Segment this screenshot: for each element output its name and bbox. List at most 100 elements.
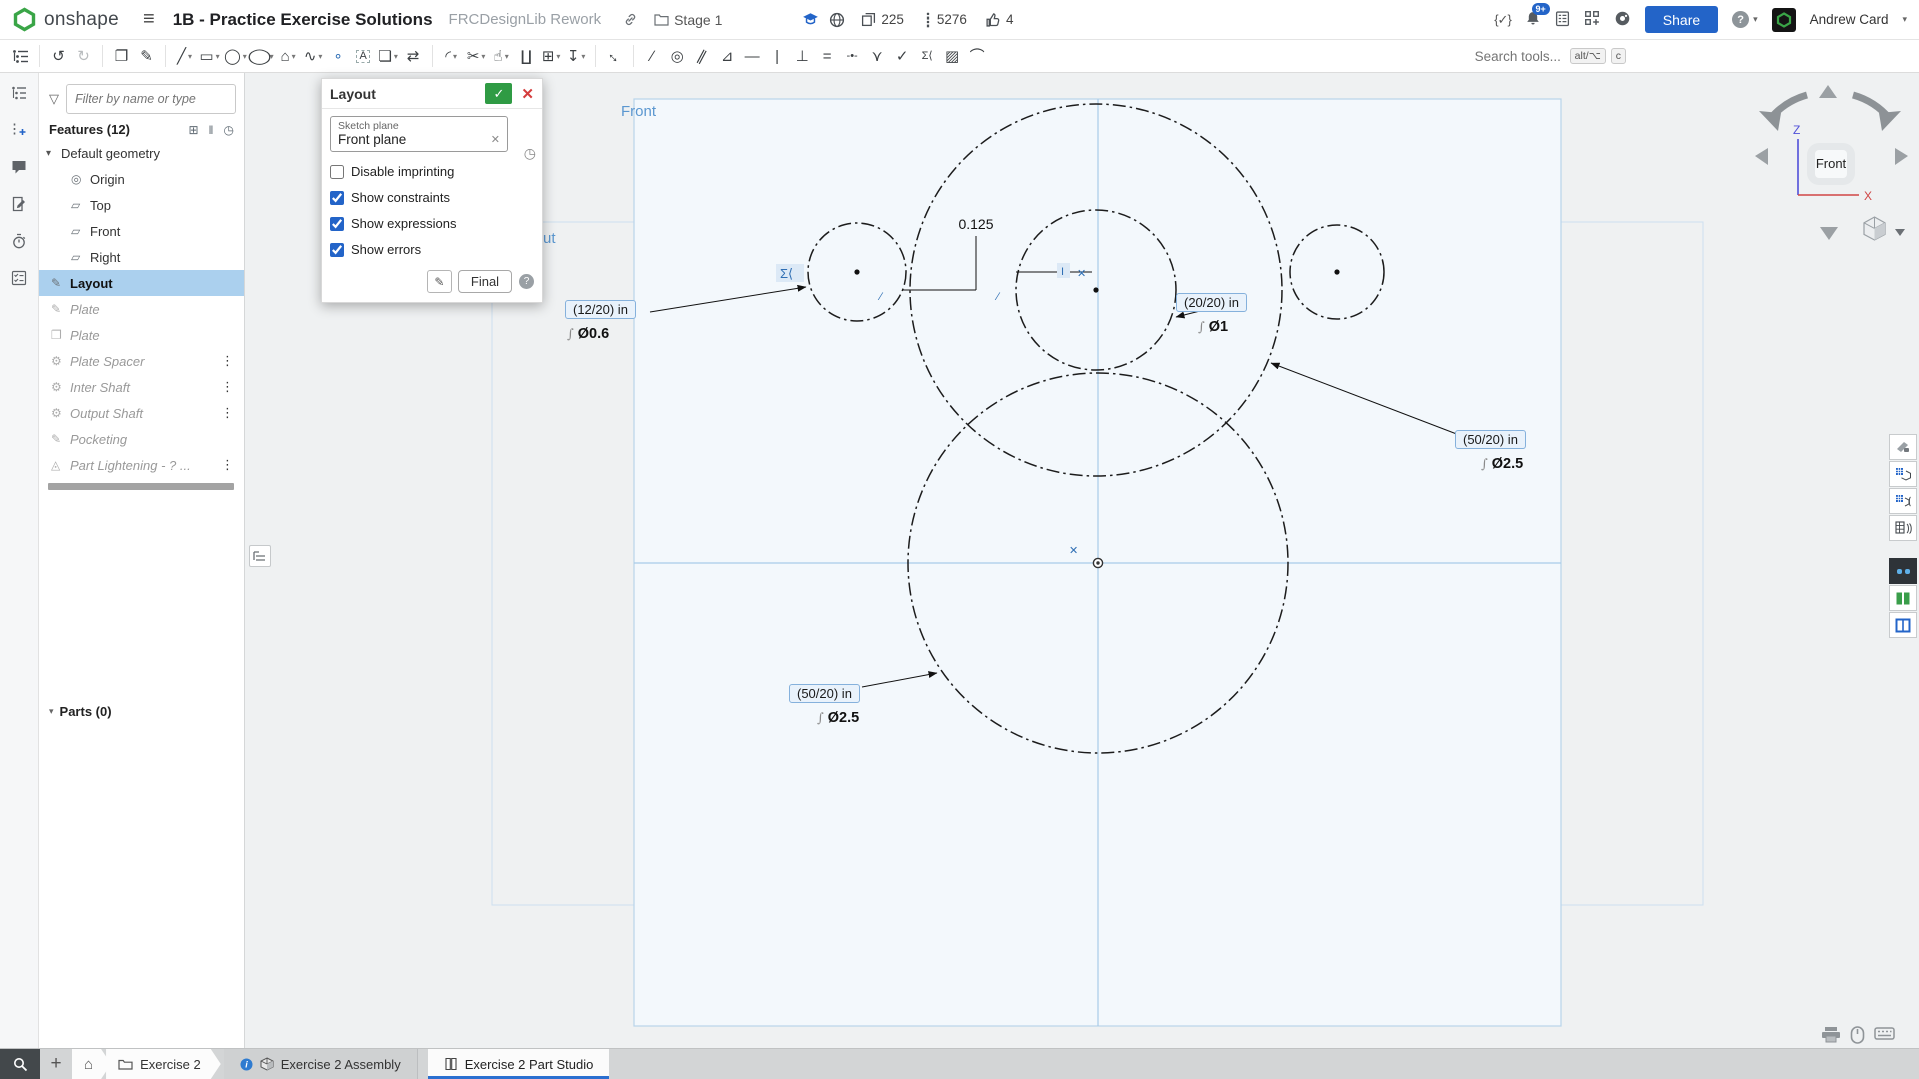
- add-tab-button[interactable]: +: [40, 1049, 72, 1079]
- assistant-button[interactable]: [1614, 10, 1631, 30]
- concentric-constraint-icon[interactable]: ◎: [667, 43, 688, 69]
- vertical-constraint-icon[interactable]: |: [767, 43, 788, 69]
- feature-list-handle[interactable]: [249, 545, 271, 567]
- filter-input[interactable]: [66, 84, 236, 114]
- checkbox-show-constraints[interactable]: Show constraints: [330, 190, 534, 205]
- clear-selection-icon[interactable]: ✕: [491, 133, 500, 146]
- feature-item-plate[interactable]: ❐Plate: [39, 322, 244, 348]
- insert-document-icon[interactable]: ❐: [111, 43, 132, 69]
- workspace-folder[interactable]: Stage 1: [654, 12, 722, 28]
- dimension-expression-badge[interactable]: (50/20) in: [1455, 430, 1526, 449]
- offset-icon[interactable]: ⇄: [403, 43, 424, 69]
- onshape-logo[interactable]: onshape: [12, 7, 119, 32]
- coincident-constraint-icon[interactable]: ∕: [642, 43, 663, 69]
- perpendicular-constraint-icon[interactable]: ⊥: [792, 43, 813, 69]
- feature-item-top[interactable]: ▱Top: [39, 192, 244, 218]
- bom-table-button[interactable]: [1889, 515, 1917, 541]
- rectangle-tool-icon[interactable]: ▭▾: [199, 43, 220, 69]
- mkcad-app-button[interactable]: [1889, 558, 1917, 584]
- user-menu-caret-icon[interactable]: ▾: [1902, 14, 1907, 25]
- rotate-right-arrowhead[interactable]: [1879, 111, 1901, 131]
- spline-tool-icon[interactable]: ∿▾: [303, 43, 324, 69]
- avatar[interactable]: [1772, 8, 1796, 32]
- new-folder-icon[interactable]: ⊞: [188, 123, 198, 137]
- drag-handle-icon[interactable]: ⋮: [215, 353, 240, 369]
- app-store-button[interactable]: [1584, 10, 1600, 29]
- flag-constraint-glyph[interactable]: I: [1061, 266, 1064, 278]
- chevron-down-icon[interactable]: ▾: [581, 52, 585, 61]
- feature-item-layout[interactable]: ✎Layout: [39, 270, 244, 296]
- linear-pattern-icon[interactable]: ∐: [516, 43, 537, 69]
- public-globe-icon[interactable]: [829, 12, 845, 28]
- checkbox-input[interactable]: [330, 243, 344, 257]
- configurations-icon[interactable]: [10, 122, 28, 138]
- commit-button[interactable]: ✓: [485, 83, 512, 104]
- checkbox-input[interactable]: [330, 165, 344, 179]
- cross-constraint-glyph[interactable]: ✕: [1077, 268, 1086, 280]
- sketch-plane-field[interactable]: Sketch plane Front plane ✕: [330, 116, 508, 152]
- rotate-left-arrowhead[interactable]: [1759, 111, 1781, 131]
- chevron-down-icon[interactable]: ▾: [1753, 14, 1758, 25]
- help-icon[interactable]: ?: [1732, 11, 1749, 28]
- history-icon[interactable]: [10, 233, 28, 249]
- share-button[interactable]: Share: [1645, 6, 1718, 33]
- sketch-view-toggle[interactable]: ✎: [427, 270, 452, 293]
- chevron-down-icon[interactable]: ▾: [394, 52, 398, 61]
- dimension-value[interactable]: ∫Ø1: [1198, 319, 1228, 335]
- user-name[interactable]: Andrew Card: [1810, 12, 1889, 27]
- dimension-value[interactable]: ∫Ø2.5: [1481, 456, 1523, 472]
- mouse-icon[interactable]: [1850, 1026, 1865, 1044]
- doc-activity[interactable]: 5276: [924, 12, 967, 28]
- blue-library-button[interactable]: [1889, 612, 1917, 638]
- history-clock-icon[interactable]: ◷: [224, 123, 234, 137]
- chevron-down-icon[interactable]: ▾: [556, 52, 560, 61]
- drag-handle-icon[interactable]: ⋮: [215, 379, 240, 395]
- circle-center-point[interactable]: [1093, 287, 1098, 292]
- symmetric-constraint-icon[interactable]: Σ⟨: [917, 43, 938, 69]
- panel-toggle-icon[interactable]: [10, 43, 31, 69]
- viewcube-face-label[interactable]: Front: [1816, 156, 1847, 171]
- tab-exercise-2[interactable]: Exercise 2: [106, 1049, 221, 1079]
- tasks-button[interactable]: [1555, 10, 1570, 30]
- viewcube-menu-caret[interactable]: [1895, 229, 1905, 236]
- circular-pattern-icon[interactable]: ⊞▾: [541, 43, 562, 69]
- checklist-icon[interactable]: [10, 270, 28, 286]
- dimension-value[interactable]: ∫Ø2.5: [817, 710, 859, 726]
- dimension-expression-badge[interactable]: (50/20) in: [789, 684, 860, 703]
- drag-handle-icon[interactable]: ⋮: [215, 405, 240, 421]
- chevron-down-icon[interactable]: ▾: [453, 52, 457, 61]
- appearance-button[interactable]: [1889, 434, 1917, 460]
- printer-icon[interactable]: [1821, 1026, 1841, 1043]
- feature-item-plate-spacer[interactable]: ⚙Plate Spacer⋮: [39, 348, 244, 374]
- tab-search-button[interactable]: [0, 1049, 40, 1079]
- isometric-cube-icon[interactable]: [1864, 217, 1885, 240]
- dimension-expression-badge[interactable]: (20/20) in: [1176, 293, 1247, 312]
- search-tools[interactable]: alt/⌥ c: [1467, 46, 1632, 67]
- document-title[interactable]: 1B - Practice Exercise Solutions: [173, 10, 433, 30]
- redo-icon[interactable]: ↻: [73, 43, 94, 69]
- feature-item-front[interactable]: ▱Front: [39, 218, 244, 244]
- dimension-value[interactable]: ∫Ø0.6: [567, 326, 609, 342]
- chevron-down-icon[interactable]: ▾: [318, 52, 322, 61]
- chevron-down-icon[interactable]: ▾: [481, 52, 485, 61]
- checkbox-input[interactable]: [330, 217, 344, 231]
- midpoint-constraint-icon[interactable]: -•-: [842, 43, 863, 69]
- ellipse-tool-icon[interactable]: ◯▾: [251, 43, 274, 69]
- text-tool-icon[interactable]: A: [353, 43, 374, 69]
- tab-exercise-2-assembly[interactable]: iExercise 2 Assembly: [224, 1049, 418, 1079]
- trim-tool-icon[interactable]: ✂▾: [466, 43, 487, 69]
- drag-handle-icon[interactable]: ⋮: [215, 457, 240, 473]
- chevron-down-icon[interactable]: ▾: [243, 52, 247, 61]
- tangent-constraint-icon[interactable]: ⊿: [717, 43, 738, 69]
- view-down-arrow[interactable]: [1820, 227, 1838, 240]
- curvature-comb-icon[interactable]: ⌒: [967, 43, 988, 69]
- cross-constraint-glyph[interactable]: ✕: [1069, 545, 1078, 557]
- view-right-arrow[interactable]: [1895, 148, 1908, 165]
- edu-plan-icon[interactable]: [802, 12, 819, 27]
- parts-section-header[interactable]: ▾ Parts (0): [39, 699, 244, 724]
- main-menu-icon[interactable]: ≡: [143, 8, 155, 31]
- notifications-button[interactable]: 9+: [1525, 10, 1541, 30]
- cancel-button[interactable]: ✕: [521, 85, 534, 103]
- dimension-expression-badge[interactable]: (12/20) in: [565, 300, 636, 319]
- equal-constraint-icon[interactable]: =: [817, 43, 838, 69]
